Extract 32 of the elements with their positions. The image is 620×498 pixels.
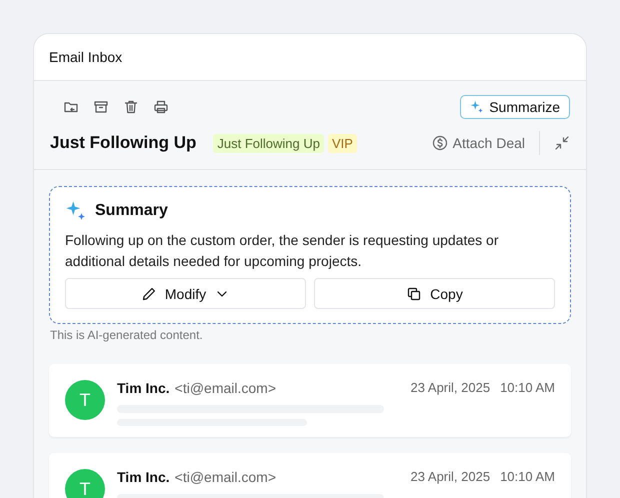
copy-button[interactable]: Copy xyxy=(314,278,555,309)
ai-disclaimer: This is AI-generated content. xyxy=(50,328,204,342)
sender-email: <ti@email.com> xyxy=(174,380,276,396)
avatar: T xyxy=(65,469,105,498)
tag: Just Following Up xyxy=(213,134,324,152)
avatar: T xyxy=(65,380,105,420)
sparkle-icon xyxy=(65,200,87,222)
email-date: 23 April, 2025 xyxy=(410,380,490,395)
collapse-arrows-icon xyxy=(554,135,570,151)
email-item[interactable]: T Tim Inc. <ti@email.com> 23 April, 2025 10:10 AM xyxy=(49,453,571,498)
pencil-icon xyxy=(140,286,157,302)
email-time: 10:10 AM xyxy=(500,469,555,484)
summary-title: Summary xyxy=(95,202,168,220)
email-date: 23 April, 2025 xyxy=(410,469,490,484)
sparkle-icon xyxy=(470,100,484,114)
email-time: 10:10 AM xyxy=(500,380,555,395)
sender-name: Tim Inc. xyxy=(117,469,170,485)
modify-button[interactable]: Modify xyxy=(65,278,306,309)
tag: VIP xyxy=(328,134,357,152)
copy-icon xyxy=(406,286,422,302)
email-subject: Just Following Up xyxy=(50,133,196,153)
trash-icon xyxy=(123,99,139,115)
dollar-icon xyxy=(432,135,448,151)
archive-icon xyxy=(93,99,109,115)
summary-text: Following up on the custom order, the sender is requesting updates or additional details needed for upcoming projects. xyxy=(65,231,500,271)
summarize-button[interactable]: Summarize xyxy=(460,95,570,119)
sender-name: Tim Inc. xyxy=(117,380,170,396)
printer-icon xyxy=(153,99,169,115)
attach-deal-button[interactable]: Attach Deal xyxy=(432,131,540,155)
window-title: Email Inbox xyxy=(49,49,122,65)
email-item[interactable]: T Tim Inc. <ti@email.com> 23 April, 2025 10:10 AM xyxy=(49,364,571,437)
sender-email: <ti@email.com> xyxy=(174,469,276,485)
